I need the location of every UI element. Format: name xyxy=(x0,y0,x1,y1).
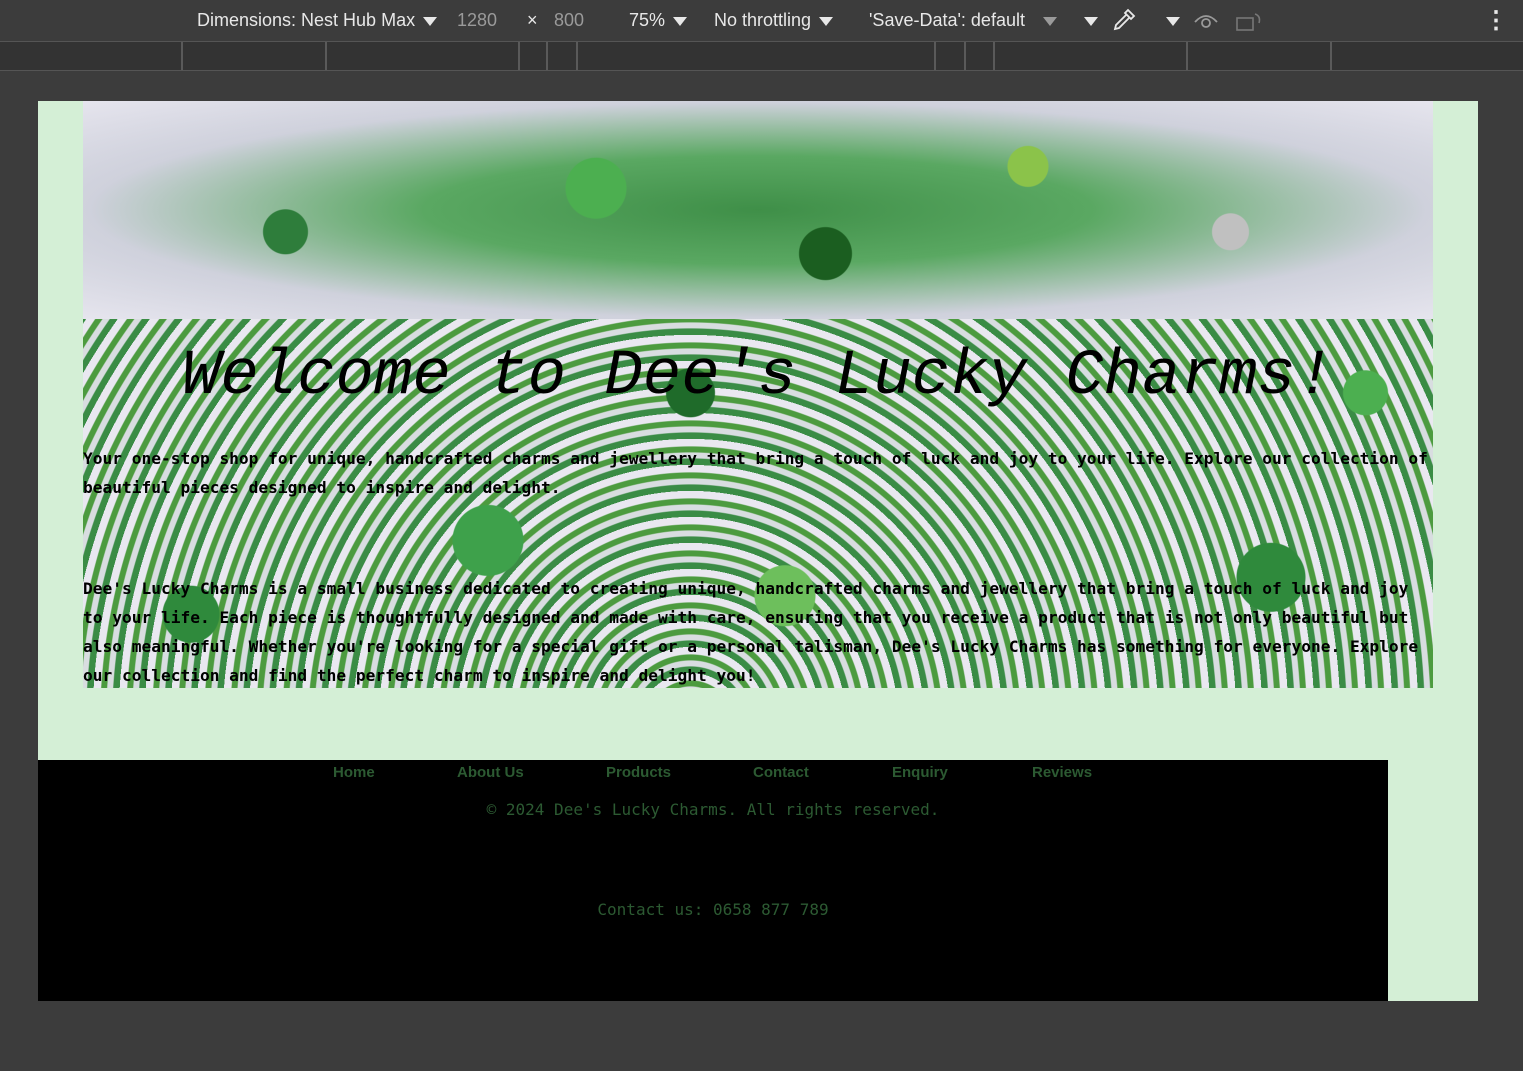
copyright-text: © 2024 Dee's Lucky Charms. All rights re… xyxy=(486,800,940,819)
zoom-dropdown[interactable]: 75% xyxy=(629,10,688,31)
throttling-dropdown[interactable]: No throttling xyxy=(714,10,834,31)
nav-link-home[interactable]: Home xyxy=(333,764,375,781)
eye-icon[interactable] xyxy=(1193,10,1219,37)
nav-link-contact[interactable]: Contact xyxy=(753,764,809,781)
throttling-label: No throttling xyxy=(714,10,812,30)
dimensions-label: Dimensions: Nest Hub Max xyxy=(197,10,416,30)
nav-link-reviews[interactable]: Reviews xyxy=(1032,764,1092,781)
intro-text: Your one-stop shop for unique, handcraft… xyxy=(83,449,1428,497)
hero-banner-image xyxy=(83,101,1433,319)
dimensions-dropdown[interactable]: Dimensions: Nest Hub Max xyxy=(197,10,438,31)
device-toolbar: Dimensions: Nest Hub Max 1280 × 800 75% … xyxy=(0,0,1523,42)
media-query-ruler xyxy=(0,42,1523,71)
more-options-icon[interactable]: ⋮ xyxy=(1484,6,1508,35)
chevron-down-icon xyxy=(423,16,438,26)
chevron-down-icon xyxy=(1084,16,1098,26)
about-text: Dee's Lucky Charms is a small business d… xyxy=(83,579,1419,685)
chevron-down-icon xyxy=(1166,16,1180,26)
nav-link-products[interactable]: Products xyxy=(606,764,671,781)
rotate-icon[interactable] xyxy=(1235,10,1263,37)
height-input[interactable]: 800 xyxy=(554,10,584,31)
emulated-viewport: Welcome to Dee's Lucky Charms! Your one-… xyxy=(38,101,1478,1001)
site-footer: Home About Us Products Contact Enquiry R… xyxy=(38,760,1388,1001)
times-icon: × xyxy=(527,10,538,30)
options-dropdown[interactable] xyxy=(1076,10,1098,31)
width-input[interactable]: 1280 xyxy=(457,10,497,31)
sensors-dropdown[interactable] xyxy=(1158,10,1180,31)
chevron-down-icon xyxy=(1042,16,1057,26)
nav-link-about-us[interactable]: About Us xyxy=(457,764,524,781)
chevron-down-icon xyxy=(819,16,834,26)
save-data-label: 'Save-Data': default xyxy=(869,10,1025,30)
eyedropper-icon[interactable] xyxy=(1111,7,1137,38)
page-title: Welcome to Dee's Lucky Charms! xyxy=(181,341,1335,413)
nav-link-enquiry[interactable]: Enquiry xyxy=(892,764,948,781)
save-data-dropdown[interactable]: 'Save-Data': default xyxy=(869,10,1057,31)
zoom-label: 75% xyxy=(629,10,666,30)
contact-text: Contact us: 0658 877 789 xyxy=(597,900,829,919)
chevron-down-icon xyxy=(673,16,688,26)
